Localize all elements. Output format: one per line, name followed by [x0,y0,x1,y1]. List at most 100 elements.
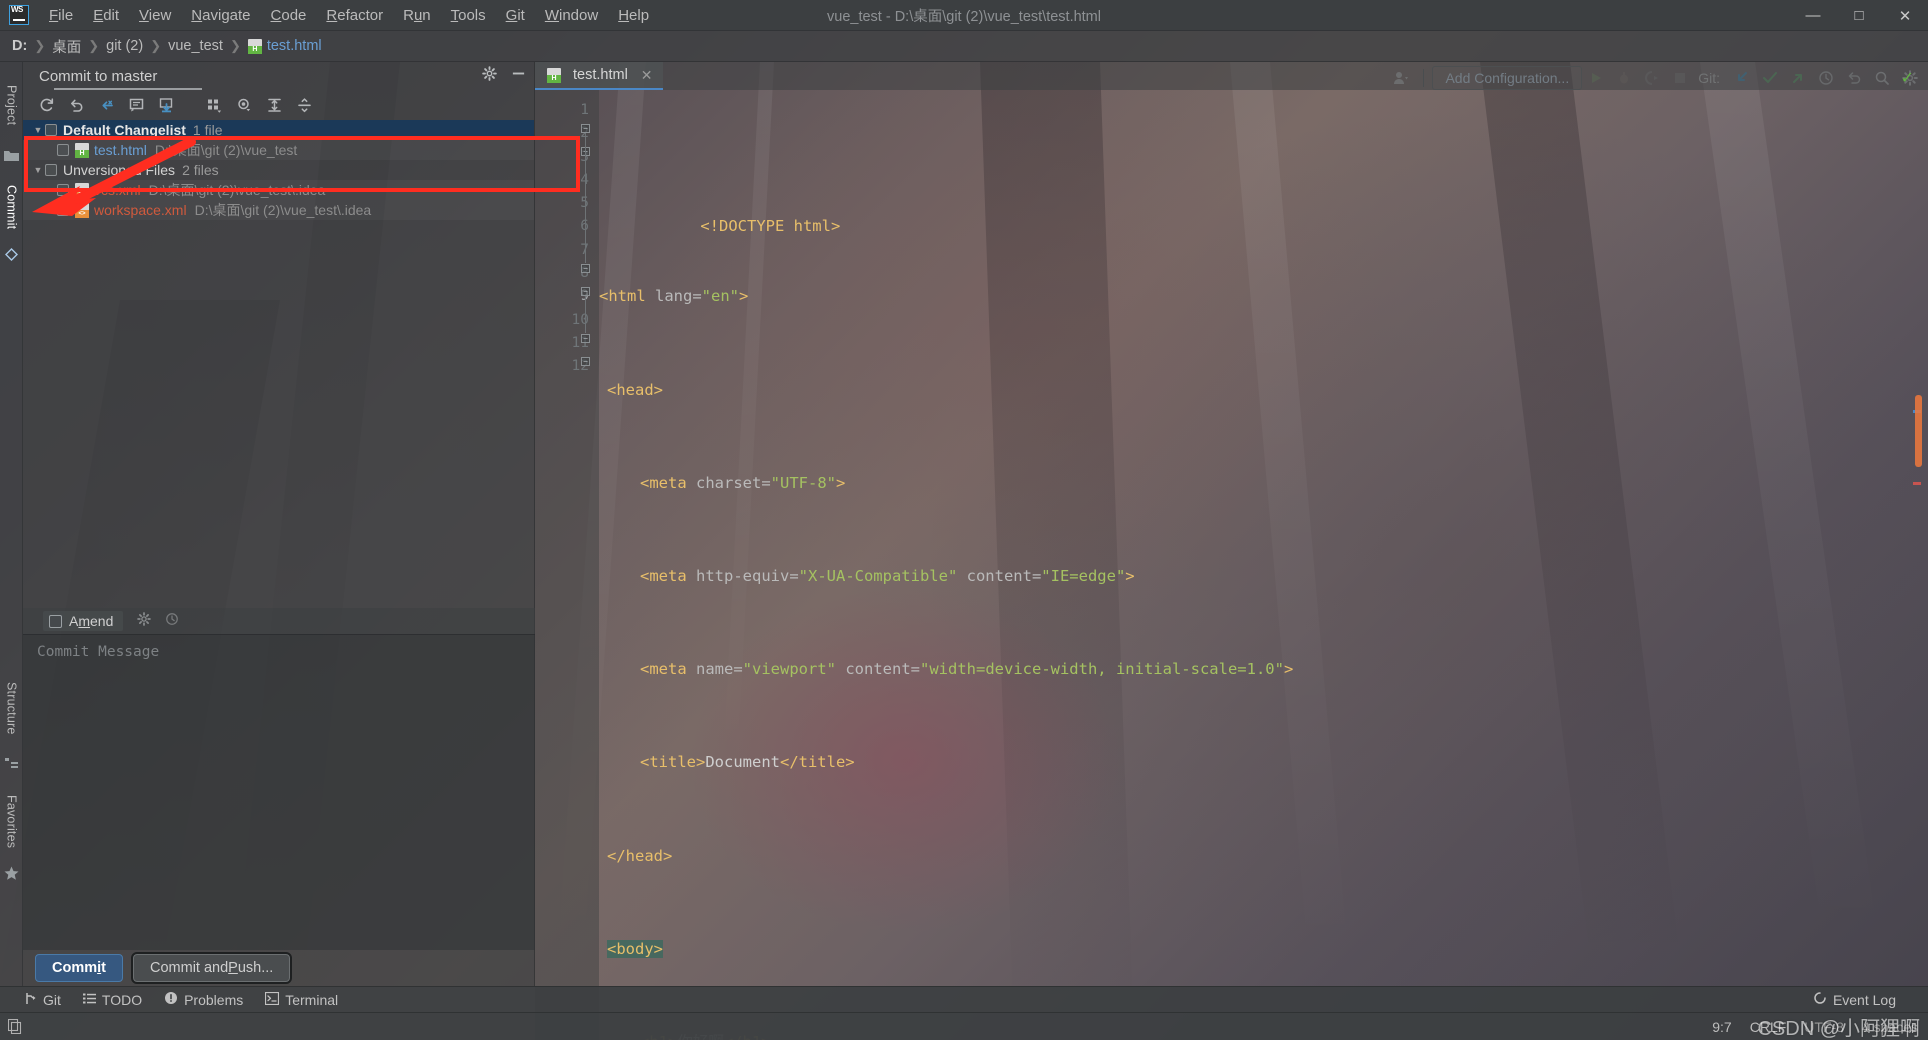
menu-view[interactable]: View [129,4,181,27]
chevron-down-icon[interactable]: ▼ [31,125,45,135]
bottom-tab-label: TODO [101,991,143,1008]
code-line-4: <meta charset="UTF-8"> [640,473,846,492]
line-number: 5 [535,192,599,215]
event-log-button[interactable]: Event Log [1813,991,1896,1008]
bottom-tool-window-bar: Git TODO Problems Terminal Event Log [0,986,1928,1012]
git-branch-icon [24,992,37,1008]
menu-run[interactable]: Run [393,4,441,27]
settings-gear-icon[interactable] [137,611,152,631]
group-by-icon[interactable] [201,93,227,117]
breadcrumb-item-drive[interactable]: D: [12,38,27,54]
file-checkbox[interactable] [57,144,69,156]
caret-position[interactable]: 9:7 [1712,1019,1731,1035]
terminal-icon [265,991,280,1008]
sidebar-item-project[interactable]: Project [0,66,23,144]
collapse-all-icon[interactable] [291,93,317,117]
close-icon[interactable]: ✕ [641,67,653,84]
editor-pane: test.html ✕ ✓ 1 2 3 4 5 6 7 8 9 10 11 12… [535,62,1928,1040]
changes-tree: ▼ Default Changelist 1 file test.html D:… [23,120,534,220]
amend-checkbox[interactable] [49,614,62,628]
window-controls: — □ ✕ [1790,0,1928,31]
tab-test-html[interactable]: test.html ✕ [535,62,663,90]
commit-and-push-button[interactable]: Commit and Push... [130,952,293,984]
rollback-icon[interactable] [63,93,89,117]
menu-tools[interactable]: Tools [441,4,496,27]
close-button[interactable]: ✕ [1882,0,1928,31]
breadcrumb-separator: ❯ [88,38,100,53]
line-number-gutter: 1 2 3 4 5 6 7 8 9 10 11 12 − − − − [535,90,599,1040]
file-path: D:\桌面\git (2)\vue_test\.idea [194,202,372,218]
menu-help[interactable]: Help [608,4,659,27]
fold-marker[interactable]: − [581,124,590,133]
menu-window[interactable]: Window [535,4,608,27]
changelist-checkbox[interactable] [45,164,57,176]
sidebar-item-favorites[interactable]: Favorites [0,780,23,864]
show-diff-icon[interactable] [123,93,149,117]
html-file-icon [75,142,89,158]
menu-git[interactable]: Git [496,4,535,27]
code-line-7: <title>Document</title> [640,753,855,772]
file-encoding[interactable]: UTF-8 [1804,1019,1844,1035]
hide-icon[interactable] [511,66,526,86]
menu-navigate[interactable]: Navigate [181,4,260,27]
refresh-icon[interactable] [33,93,59,117]
bottom-tab-git[interactable]: Git [24,992,61,1008]
breadcrumb-separator: ❯ [34,38,46,53]
code-line-6: <meta name="viewport" content="width=dev… [640,660,1294,679]
line-number: 1 [580,102,589,118]
indent-setting[interactable]: 4 spaces [1862,1019,1918,1035]
inspection-status-icon[interactable]: ✓ [1901,68,1914,88]
sidebar-item-structure[interactable]: Structure [0,662,23,754]
breadcrumb-item-git[interactable]: git (2) [106,38,143,54]
line-number: 6 [535,215,599,238]
favorites-label: Favorites [4,795,19,849]
commit-panel-header-actions [482,66,526,86]
code-editor[interactable]: 1 2 3 4 5 6 7 8 9 10 11 12 − − − − [535,90,1928,1040]
fold-marker[interactable]: − [581,334,590,343]
copy-icon[interactable] [8,1019,30,1034]
maximize-button[interactable]: □ [1836,0,1882,31]
code-line-2: <html lang="en"> [599,287,749,306]
code-content[interactable]: <!DOCTYPE html> <html lang="en"> <head> … [599,90,1928,1040]
changelist-row-unversioned[interactable]: ▼ Unversioned Files 2 files [23,160,534,180]
line-separator[interactable]: CRLF [1750,1019,1787,1035]
changelist-checkbox[interactable] [45,124,57,136]
problems-icon [164,991,178,1008]
preview-diff-icon[interactable] [231,93,257,117]
fold-marker[interactable]: − [581,357,590,366]
settings-gear-icon[interactable] [482,66,497,86]
breadcrumb-item-desktop[interactable]: 桌面 [52,36,81,57]
commit-tab-underline [54,88,202,90]
menu-file[interactable]: File [39,4,83,27]
shelve-icon[interactable] [93,93,119,117]
structure-icon [5,756,18,768]
changelist-row-default[interactable]: ▼ Default Changelist 1 file [23,120,534,140]
breadcrumb-item-file[interactable]: test.html [247,38,322,54]
commit-message-input[interactable]: Commit Message [23,634,535,950]
vertical-scrollbar-thumb[interactable] [1915,395,1922,467]
sidebar-item-commit[interactable]: Commit [0,170,23,244]
get-from-vcs-icon[interactable] [153,93,179,117]
fold-marker[interactable]: − [581,264,590,273]
menu-refactor[interactable]: Refactor [316,4,393,27]
minimize-button[interactable]: — [1790,0,1836,31]
table-row[interactable]: vcs.xml D:\桌面\git (2)\vue_test\.idea [23,180,534,200]
expand-all-icon[interactable] [261,93,287,117]
bottom-tab-terminal[interactable]: Terminal [265,991,338,1008]
breadcrumb-item-project[interactable]: vue_test [168,38,223,54]
bottom-tab-label: Git [43,991,61,1008]
history-clock-icon[interactable] [165,612,179,631]
chevron-down-icon[interactable]: ▼ [31,165,45,175]
table-row[interactable]: workspace.xml D:\桌面\git (2)\vue_test\.id… [23,200,534,220]
menu-code[interactable]: Code [261,4,317,27]
bottom-tab-todo[interactable]: TODO [82,991,143,1008]
commit-button[interactable]: Comm i t [35,954,123,982]
file-path: D:\桌面\git (2)\vue_test [154,142,298,158]
table-row[interactable]: test.html D:\桌面\git (2)\vue_test [23,140,534,160]
editor-marker-gutter[interactable] [1912,90,1924,1040]
file-checkbox[interactable] [57,184,69,196]
menu-edit[interactable]: Edit [83,4,129,27]
file-checkbox[interactable] [57,204,69,216]
fold-marker[interactable]: − [581,287,590,296]
bottom-tab-problems[interactable]: Problems [164,991,243,1008]
